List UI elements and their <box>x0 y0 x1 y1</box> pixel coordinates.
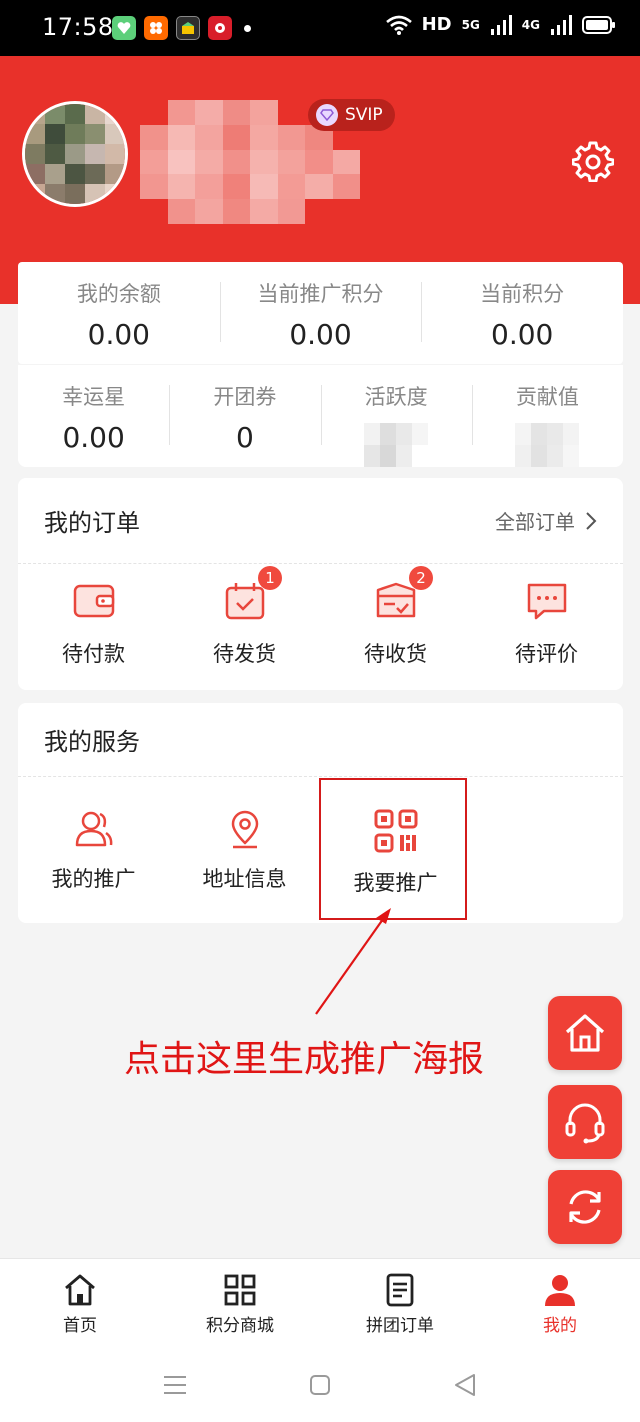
annotation-highlight-box <box>319 778 467 920</box>
diamond-icon <box>316 104 338 126</box>
tab-home[interactable]: 首页 <box>0 1259 160 1348</box>
users-icon <box>75 811 112 847</box>
person-icon <box>545 1275 575 1306</box>
stat-label: 我的余额 <box>76 282 161 306</box>
stat-value-blurred <box>364 423 429 467</box>
hd-indicator: HD <box>421 14 452 35</box>
status-time: 17:58 <box>42 13 114 41</box>
stat-promo-points[interactable]: 当前推广积分 0.00 <box>219 262 422 364</box>
stat-label: 当前积分 <box>480 282 565 306</box>
order-label: 待付款 <box>62 642 125 666</box>
status-indicators: HD 5G 4G <box>385 14 616 35</box>
service-my-promotion[interactable]: 我的推广 <box>18 809 169 897</box>
home-square-icon[interactable] <box>308 1373 332 1397</box>
service-label: 地址信息 <box>202 867 287 891</box>
order-pending-review[interactable]: 待评价 <box>471 578 622 668</box>
stat-group-coupon[interactable]: 开团券 0 <box>169 365 320 467</box>
order-pending-payment[interactable]: 待付款 <box>18 578 169 668</box>
notification-badge: 1 <box>258 566 282 590</box>
chat-bubble-icon <box>527 583 566 620</box>
orders-card: 我的订单 全部订单 待付款 1 待发货 2 待收货 待评价 <box>18 478 623 690</box>
signal-4g-label: 4G <box>521 17 540 32</box>
annotation-arrow <box>315 908 391 1015</box>
svip-label: SVIP <box>345 105 383 125</box>
svip-badge: SVIP <box>308 99 395 131</box>
tab-points-mall[interactable]: 积分商城 <box>160 1259 320 1348</box>
tab-mine[interactable]: 我的 <box>480 1259 640 1348</box>
stat-balance[interactable]: 我的余额 0.00 <box>18 262 220 364</box>
signal-5g-label: 5G <box>461 17 480 32</box>
tab-label: 我的 <box>543 1316 577 1336</box>
stat-label: 当前推广积分 <box>257 282 384 306</box>
services-header: 我的服务 <box>18 703 623 777</box>
stat-points[interactable]: 当前积分 0.00 <box>421 262 623 364</box>
settings-gear-icon[interactable] <box>572 140 614 182</box>
avatar[interactable] <box>22 101 128 207</box>
more-notifications-dot <box>244 24 251 32</box>
signal-icon <box>551 14 572 35</box>
fab-customer-service[interactable] <box>548 1085 622 1159</box>
order-label: 待发货 <box>213 642 276 666</box>
app-notification-icon <box>112 16 136 40</box>
notification-icons <box>112 16 251 40</box>
stat-contribution[interactable]: 贡献值 <box>471 365 623 467</box>
wifi-icon <box>385 15 412 35</box>
menu-icon[interactable] <box>162 1374 188 1396</box>
tab-group-orders[interactable]: 拼团订单 <box>320 1259 480 1348</box>
wallet-icon <box>73 584 114 618</box>
home-icon <box>65 1274 95 1306</box>
status-bar: 17:58 HD 5G 4G <box>0 0 640 56</box>
stats-card-primary: 我的余额 0.00 当前推广积分 0.00 当前积分 0.00 <box>18 262 623 364</box>
document-icon <box>386 1273 414 1307</box>
system-nav-bar <box>0 1348 640 1422</box>
stat-activity[interactable]: 活跃度 <box>320 365 472 467</box>
all-orders-label: 全部订单 <box>495 510 575 534</box>
fab-home[interactable] <box>548 996 622 1070</box>
app-notification-icon <box>208 16 232 40</box>
stat-lucky-star[interactable]: 幸运星 0.00 <box>18 365 169 467</box>
app-notification-icon <box>144 16 168 40</box>
stat-value: 0.00 <box>289 318 352 351</box>
order-label: 待收货 <box>364 642 427 666</box>
headset-icon <box>565 1103 605 1144</box>
battery-icon <box>582 15 615 34</box>
stat-value: 0.00 <box>87 318 150 351</box>
stat-value-blurred <box>515 423 580 467</box>
location-pin-icon <box>231 810 258 849</box>
stat-value: 0.00 <box>62 421 125 454</box>
stat-label: 开团券 <box>213 385 277 409</box>
orders-title: 我的订单 <box>44 509 140 537</box>
home-outline-icon <box>565 1014 605 1052</box>
service-address[interactable]: 地址信息 <box>169 809 320 897</box>
order-pending-receipt[interactable]: 2 待收货 <box>320 566 471 668</box>
services-title: 我的服务 <box>44 728 140 756</box>
annotation-text: 点击这里生成推广海报 <box>124 1039 485 1080</box>
bottom-tab-bar: 首页 积分商城 拼团订单 我的 <box>0 1258 640 1348</box>
all-orders-link[interactable]: 全部订单 <box>495 506 597 535</box>
order-label: 待评价 <box>515 642 578 666</box>
orders-header: 我的订单 全部订单 <box>18 478 623 564</box>
stat-value: 0 <box>235 421 254 454</box>
tab-label: 拼团订单 <box>366 1316 434 1336</box>
refresh-icon <box>569 1190 601 1224</box>
app-notification-icon <box>176 16 200 40</box>
tab-label: 积分商城 <box>206 1316 274 1336</box>
notification-badge: 2 <box>409 566 433 590</box>
chevron-right-icon <box>586 511 597 530</box>
order-pending-shipment[interactable]: 1 待发货 <box>169 566 320 668</box>
fab-refresh[interactable] <box>548 1170 622 1244</box>
signal-icon <box>490 14 512 35</box>
stat-label: 幸运星 <box>62 385 126 409</box>
stat-label: 活跃度 <box>364 385 428 409</box>
stat-value: 0.00 <box>491 318 554 351</box>
tab-label: 首页 <box>63 1316 97 1336</box>
service-label: 我的推广 <box>51 867 136 891</box>
stats-card-secondary: 幸运星 0.00 开团券 0 活跃度 贡献值 <box>18 365 623 467</box>
grid-icon <box>224 1274 256 1306</box>
back-icon[interactable] <box>452 1372 478 1398</box>
stat-label: 贡献值 <box>515 385 579 409</box>
